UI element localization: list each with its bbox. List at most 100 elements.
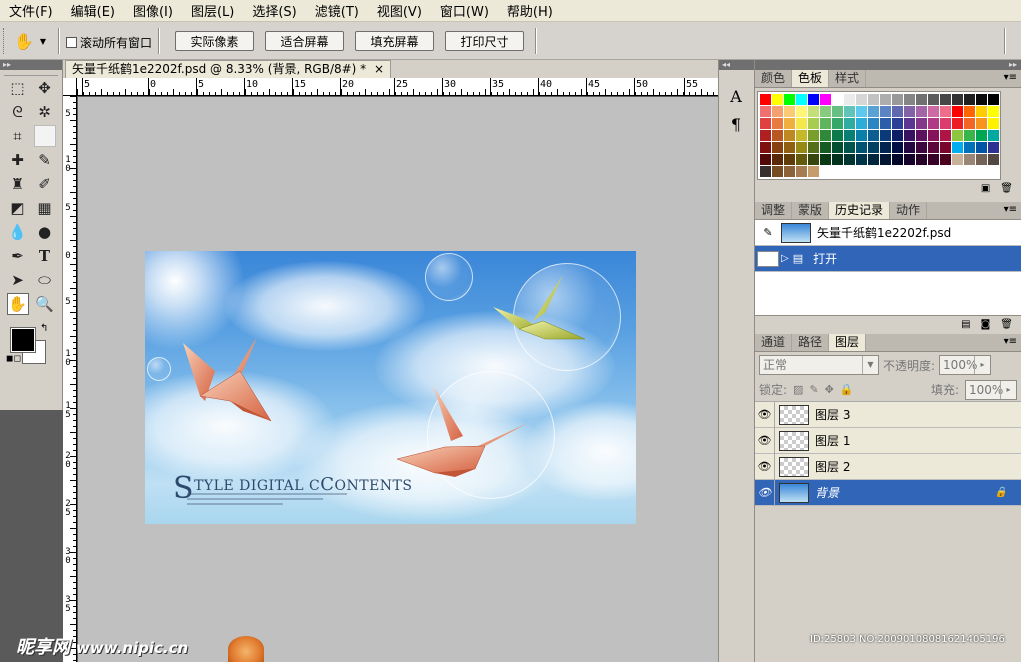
color-swatch[interactable] [892, 166, 903, 177]
foreground-color-swatch[interactable] [10, 327, 36, 353]
color-swatch[interactable] [760, 106, 771, 117]
color-swatch[interactable] [904, 142, 915, 153]
color-swatch[interactable] [796, 130, 807, 141]
color-swatch[interactable] [784, 154, 795, 165]
menu-item[interactable]: 选择(S) [243, 1, 305, 20]
tab-masks[interactable]: 蒙版 [792, 202, 830, 219]
color-swatch[interactable] [952, 118, 963, 129]
layer-row[interactable]: 👁 图层 3 [755, 401, 1021, 428]
color-swatch[interactable] [916, 166, 927, 177]
color-swatch[interactable] [772, 130, 783, 141]
color-swatch[interactable] [916, 118, 927, 129]
color-swatch[interactable] [784, 94, 795, 105]
crop-tool-icon[interactable]: ⌗ [7, 125, 29, 147]
color-swatch[interactable] [796, 94, 807, 105]
camera-icon[interactable]: ◙ [981, 319, 991, 330]
scroll-all-windows-checkbox[interactable]: 滚动所有窗口 [66, 34, 152, 51]
history-step[interactable]: ▷ ▤ 打开 [755, 246, 1021, 272]
panel-menu-icon[interactable]: ▾≡ [1004, 336, 1017, 347]
color-swatch[interactable] [832, 166, 843, 177]
lock-all-icon[interactable]: 🔒 [840, 383, 854, 396]
color-swatch[interactable] [880, 94, 891, 105]
color-swatch[interactable] [880, 106, 891, 117]
color-swatch[interactable] [868, 118, 879, 129]
new-document-icon[interactable]: ▤ [961, 319, 970, 330]
marquee-tool-icon[interactable]: ⬚ [7, 77, 29, 99]
color-swatch[interactable] [760, 118, 771, 129]
actual-pixels-button[interactable]: 实际像素 [175, 31, 254, 51]
history-source-box[interactable] [757, 250, 779, 267]
color-swatch[interactable] [880, 118, 891, 129]
zoom-tool-icon[interactable]: 🔍 [34, 293, 56, 315]
history-snapshot[interactable]: ✎ 矢量千纸鹤1e2202f.psd [755, 220, 1021, 246]
color-swatch[interactable] [916, 106, 927, 117]
color-swatch[interactable] [976, 130, 987, 141]
menu-item[interactable]: 滤镜(T) [306, 1, 368, 20]
color-swatch[interactable] [928, 130, 939, 141]
color-swatch[interactable] [964, 106, 975, 117]
color-swatch[interactable] [784, 118, 795, 129]
color-swatch[interactable] [880, 154, 891, 165]
color-swatch[interactable] [964, 154, 975, 165]
color-swatch[interactable] [952, 166, 963, 177]
clone-stamp-tool-icon[interactable]: ♜ [7, 173, 29, 195]
color-swatch[interactable] [952, 106, 963, 117]
color-swatch[interactable] [976, 166, 987, 177]
visibility-eye-icon[interactable]: 👁 [755, 453, 775, 480]
color-swatch[interactable] [784, 130, 795, 141]
color-swatch[interactable] [880, 166, 891, 177]
color-swatch[interactable] [976, 142, 987, 153]
menu-item[interactable]: 图像(I) [124, 1, 182, 20]
color-swatch[interactable] [760, 130, 771, 141]
color-swatch[interactable] [844, 130, 855, 141]
pen-tool-icon[interactable]: ✒ [7, 245, 29, 267]
menu-item[interactable]: 编辑(E) [62, 1, 124, 20]
color-swatch[interactable] [844, 94, 855, 105]
color-swatch[interactable] [820, 94, 831, 105]
magic-wand-tool-icon[interactable]: ✲ [34, 101, 56, 123]
color-swatch[interactable] [964, 118, 975, 129]
color-swatch[interactable] [964, 166, 975, 177]
brush-tool-icon[interactable]: ✎ [34, 149, 56, 171]
color-swatch[interactable] [892, 142, 903, 153]
color-swatch[interactable] [856, 106, 867, 117]
color-swatch[interactable] [904, 154, 915, 165]
color-swatch[interactable] [760, 94, 771, 105]
trash-icon[interactable]: 🗑 [1000, 183, 1013, 194]
color-swatch[interactable] [940, 118, 951, 129]
color-swatch[interactable] [892, 106, 903, 117]
blur-tool-icon[interactable]: 💧 [7, 221, 29, 243]
color-swatch[interactable] [772, 166, 783, 177]
color-swatch[interactable] [868, 166, 879, 177]
color-swatch[interactable] [856, 118, 867, 129]
options-grip[interactable] [3, 28, 6, 54]
color-swatch[interactable] [796, 106, 807, 117]
visibility-eye-icon[interactable]: 👁 [755, 401, 775, 428]
color-swatch[interactable] [952, 154, 963, 165]
color-swatch[interactable] [844, 166, 855, 177]
tool-preset-picker[interactable]: ✋ ▼ [14, 30, 50, 52]
color-swatch[interactable] [928, 166, 939, 177]
color-swatch[interactable] [808, 154, 819, 165]
gradient-tool-icon[interactable]: ▦ [34, 197, 56, 219]
color-swatch[interactable] [784, 142, 795, 153]
color-swatch[interactable] [976, 94, 987, 105]
tab-adjustments[interactable]: 调整 [755, 202, 793, 219]
color-swatch[interactable] [772, 118, 783, 129]
color-swatch[interactable] [868, 154, 879, 165]
color-swatch[interactable] [772, 154, 783, 165]
color-swatch[interactable] [952, 130, 963, 141]
ruler-corner[interactable] [63, 78, 77, 96]
menu-item[interactable]: 窗口(W) [431, 1, 498, 20]
tab-actions[interactable]: 动作 [890, 202, 928, 219]
color-swatch[interactable] [904, 130, 915, 141]
color-swatch[interactable] [856, 94, 867, 105]
fit-screen-button[interactable]: 适合屏幕 [265, 31, 344, 51]
color-swatch[interactable] [832, 142, 843, 153]
color-swatch[interactable] [976, 106, 987, 117]
default-colors-icon[interactable]: ◼◻ [6, 354, 21, 364]
color-swatch[interactable] [940, 154, 951, 165]
color-swatch[interactable] [844, 142, 855, 153]
color-swatch[interactable] [820, 142, 831, 153]
menu-item[interactable]: 图层(L) [182, 1, 243, 20]
